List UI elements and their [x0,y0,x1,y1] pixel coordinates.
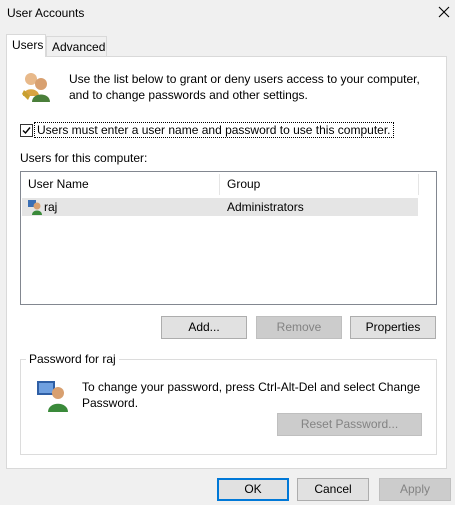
remove-button[interactable]: Remove [256,316,342,339]
close-icon[interactable] [436,4,452,20]
checkmark-icon [22,127,31,135]
window-title: User Accounts [7,6,85,20]
table-row[interactable]: raj Administrators [22,198,418,216]
apply-button[interactable]: Apply [379,478,451,501]
tab-advanced[interactable]: Advanced [46,36,107,57]
properties-button[interactable]: Properties [350,316,436,339]
intro-text: Use the list below to grant or deny user… [69,72,420,102]
user-password-icon [36,379,70,413]
cancel-button[interactable]: Cancel [297,478,369,501]
group-cell: Administrators [227,200,304,214]
user-icon [27,199,43,215]
users-list[interactable]: User Name Group raj Administrators [20,171,437,305]
add-button[interactable]: Add... [161,316,247,339]
ok-button[interactable]: OK [217,478,289,501]
tab-users[interactable]: Users [6,34,46,57]
users-icon [19,70,53,104]
require-login-label[interactable]: Users must enter a user name and passwor… [34,122,394,138]
users-list-label: Users for this computer: [20,151,148,165]
column-header-group[interactable]: Group [220,172,418,197]
user-name-cell: raj [44,200,58,214]
column-header-username[interactable]: User Name [21,172,219,197]
require-login-checkbox[interactable] [20,124,33,137]
password-group-title: Password for raj [26,352,119,366]
reset-password-button[interactable]: Reset Password... [277,413,422,436]
column-divider[interactable] [418,174,419,195]
password-instructions: To change your password, press Ctrl-Alt-… [82,380,421,410]
